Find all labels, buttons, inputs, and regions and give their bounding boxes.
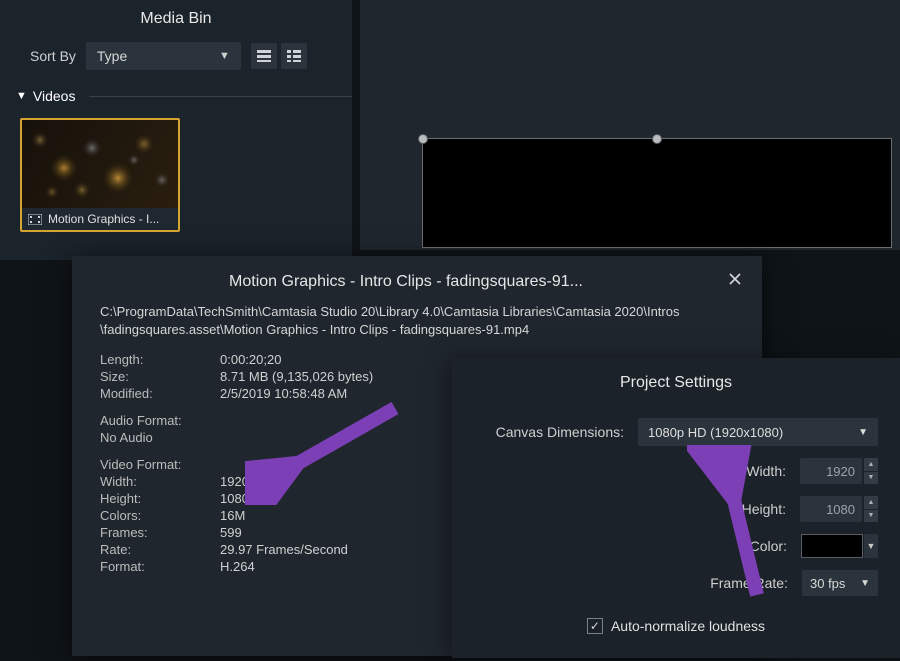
frames-label: Frames: [100, 525, 220, 540]
auto-normalize-label: Auto-normalize loudness [611, 618, 765, 634]
proj-width-label: Width: [452, 463, 800, 479]
thumbnail-caption: Motion Graphics - I... [22, 208, 178, 230]
proj-height-spinner[interactable]: ▲▼ [864, 496, 878, 522]
proj-color-label: Color: [452, 538, 801, 554]
preview-area [360, 0, 900, 250]
canvas-dimensions-label: Canvas Dimensions: [452, 424, 638, 440]
proj-rate-label: Frame Rate: [452, 575, 802, 591]
colors-label: Colors: [100, 508, 220, 523]
sort-by-value: Type [97, 48, 127, 64]
video-format-label: Video Format: [100, 457, 220, 472]
view-grid-button[interactable] [251, 43, 277, 69]
project-settings-title: Project Settings [452, 358, 900, 412]
canvas-frame[interactable] [422, 138, 892, 248]
proj-width-spinner[interactable]: ▲▼ [864, 458, 878, 484]
clip-info-title: Motion Graphics - Intro Clips - fadingsq… [88, 273, 724, 291]
length-label: Length: [100, 352, 220, 367]
thumbnail-image [22, 120, 178, 208]
videos-section-header[interactable]: ▼ Videos [0, 84, 352, 108]
audio-format-value: No Audio [100, 430, 220, 445]
auto-normalize-checkbox[interactable]: ✓ [587, 618, 603, 634]
view-buttons [251, 43, 307, 69]
size-label: Size: [100, 369, 220, 384]
width-label: Width: [100, 474, 220, 489]
thumbnail-caption-text: Motion Graphics - I... [48, 212, 159, 226]
format-label: Format: [100, 559, 220, 574]
auto-normalize-row: ✓ Auto-normalize loudness [452, 602, 900, 634]
chevron-down-icon: ▼ [858, 427, 868, 438]
close-icon [728, 272, 742, 286]
audio-format-label: Audio Format: [100, 413, 220, 428]
proj-height-label: Height: [452, 501, 800, 517]
proj-color-swatch[interactable] [801, 534, 863, 558]
disclosure-triangle-icon: ▼ [16, 90, 27, 102]
clip-icon [28, 214, 42, 225]
media-bin-title: Media Bin [0, 0, 352, 42]
rate-label: Rate: [100, 542, 220, 557]
resize-handle-top-left[interactable] [418, 134, 428, 144]
view-list-button[interactable] [281, 43, 307, 69]
close-button[interactable] [724, 270, 746, 293]
media-bin-panel: Media Bin Sort By Type ▼ ▼ Videos Motion… [0, 0, 352, 260]
project-settings-panel: Project Settings Canvas Dimensions: 1080… [452, 358, 900, 658]
grid-icon [257, 50, 271, 62]
sort-by-select[interactable]: Type ▼ [86, 42, 241, 70]
height-label: Height: [100, 491, 220, 506]
resize-handle-top-middle[interactable] [652, 134, 662, 144]
proj-height-input[interactable] [800, 496, 862, 522]
proj-width-input[interactable] [800, 458, 862, 484]
proj-color-chevron[interactable]: ▼ [864, 534, 878, 558]
chevron-down-icon: ▼ [219, 50, 230, 62]
clip-path: C:\ProgramData\TechSmith\Camtasia Studio… [100, 303, 744, 338]
chevron-down-icon: ▼ [860, 578, 870, 589]
proj-rate-select[interactable]: 30 fps ▼ [802, 570, 878, 596]
media-thumbnail[interactable]: Motion Graphics - I... [20, 118, 180, 232]
canvas-dimensions-value: 1080p HD (1920x1080) [648, 425, 783, 440]
proj-rate-value: 30 fps [810, 576, 845, 591]
modified-label: Modified: [100, 386, 220, 401]
sort-by-label: Sort By [30, 48, 76, 64]
section-rule [89, 96, 352, 97]
canvas-dimensions-select[interactable]: 1080p HD (1920x1080) ▼ [638, 418, 878, 446]
sort-row: Sort By Type ▼ [0, 42, 352, 84]
videos-label: Videos [33, 88, 76, 104]
list-icon [287, 50, 301, 62]
